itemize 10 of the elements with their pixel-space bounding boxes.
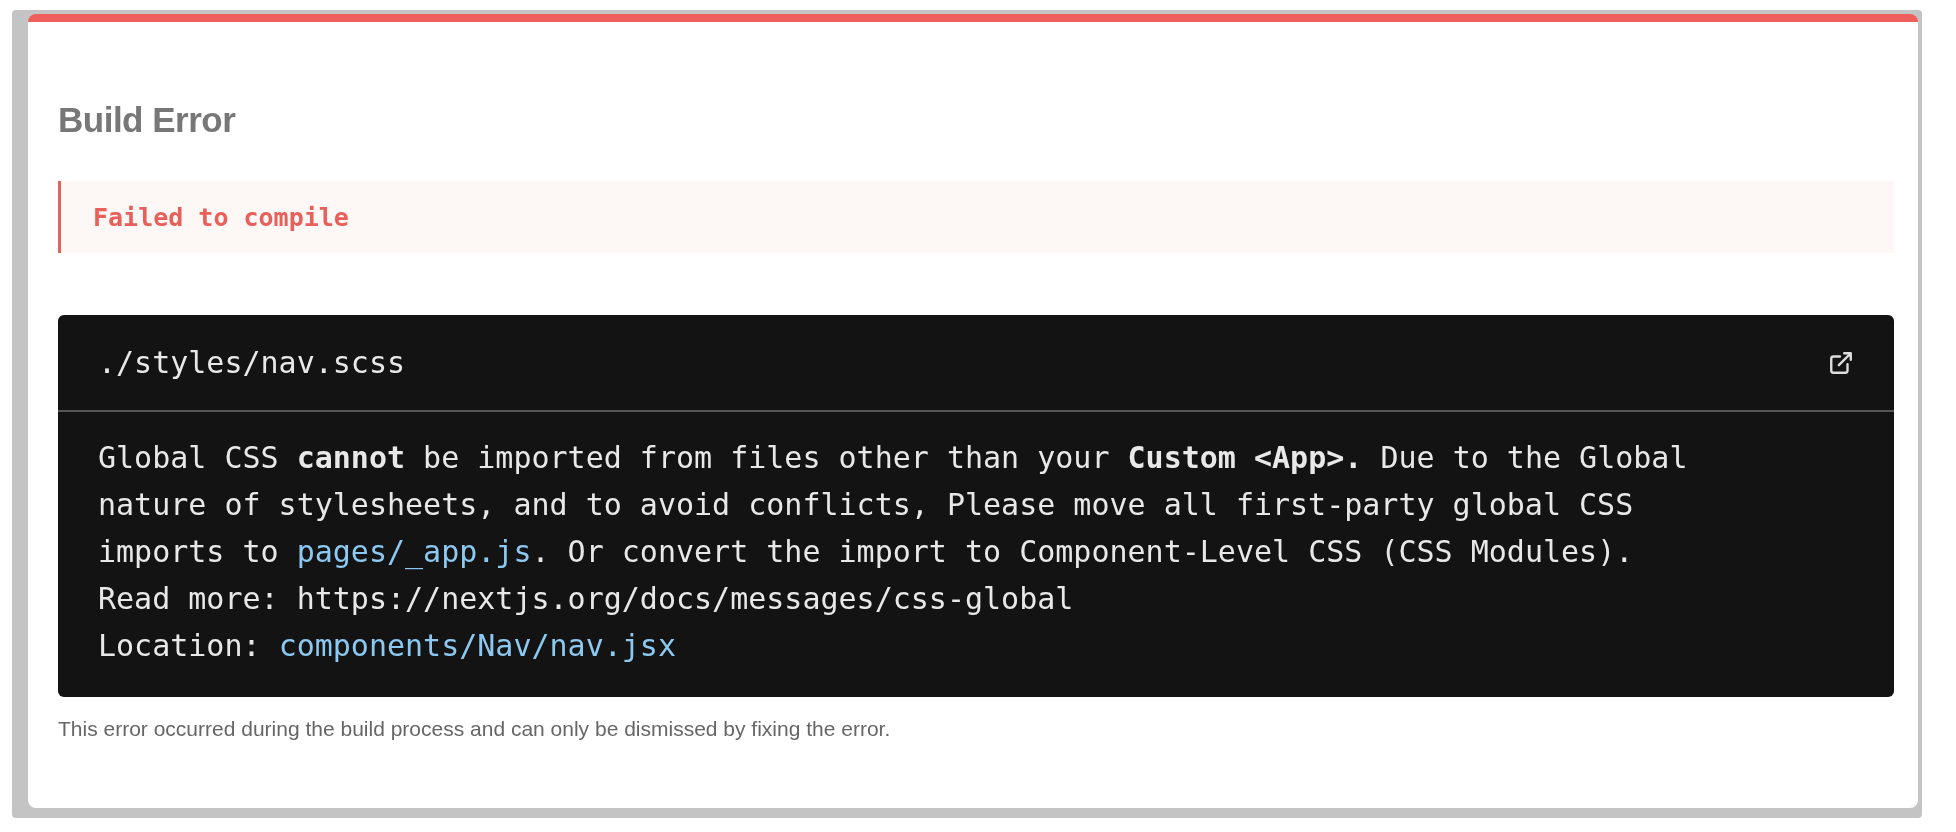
location-label: Location: <box>98 628 261 663</box>
dialog-title: Build Error <box>58 102 236 137</box>
error-alert: Failed to compile <box>58 181 1894 253</box>
file-link[interactable]: pages/_app.js <box>296 534 532 569</box>
file-path: ./styles/nav.scss <box>98 345 406 380</box>
read-more-text: Read more: https://nextjs.org/docs/messages/css-global <box>98 580 1075 618</box>
footer-note: This error occurred during the build process and can only be dismissed by fixing the error. <box>58 717 892 741</box>
error-message: Global CSS cannot be imported from files other than your Custom <App>. Due to the Global nature of stylesheets, and to avoid conflicts, Please move all first-party global CSS imports to pages/_app.js. Or convert the import to Component-Level CSS (CSS Modules). <box>98 439 1689 572</box>
external-link-icon[interactable] <box>1828 349 1854 376</box>
file-link[interactable]: components/Nav/nav.jsx <box>278 628 676 663</box>
